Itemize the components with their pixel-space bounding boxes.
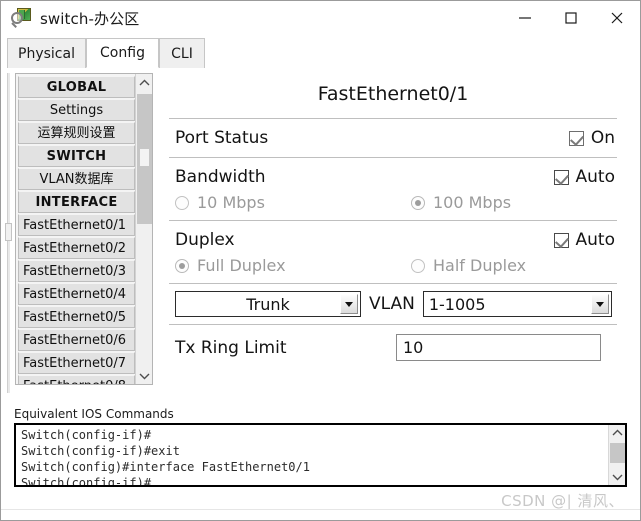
sidebar-item-fa0-6[interactable]: FastEthernet0/6 <box>18 329 135 351</box>
port-status-row: Port Status On <box>169 119 617 157</box>
radio-icon[interactable] <box>411 195 425 210</box>
bandwidth-label: Bandwidth <box>175 167 266 187</box>
tab-bar: Physical Config CLI <box>1 35 640 69</box>
sidebar-header-switch: SWITCH <box>18 145 135 167</box>
watermark: CSDN @| 清风、 <box>501 492 624 510</box>
sidebar-header-global: GLOBAL <box>18 76 135 98</box>
sidebar-item-fa0-1[interactable]: FastEthernet0/1 <box>18 214 135 236</box>
ios-commands-title: Equivalent IOS Commands <box>14 407 174 421</box>
bandwidth-auto-label: Auto <box>575 167 615 187</box>
minimize-icon[interactable] <box>502 1 548 35</box>
window-controls <box>502 1 640 35</box>
sidebar-item-fa0-2[interactable]: FastEthernet0/2 <box>18 237 135 259</box>
maximize-icon[interactable] <box>548 1 594 35</box>
equivalent-ios-commands-section: Equivalent IOS Commands Switch(config-if… <box>1 404 640 520</box>
port-status-checkbox[interactable]: On <box>568 128 615 148</box>
duplex-option-full[interactable]: Full Duplex <box>175 256 411 275</box>
page-title: FastEthernet0/1 <box>317 83 469 105</box>
port-status-label: Port Status <box>175 128 269 148</box>
sidebar-scrollbar[interactable] <box>135 74 152 384</box>
bandwidth-auto-checkbox[interactable]: Auto <box>553 167 615 187</box>
close-icon[interactable] <box>594 1 640 35</box>
duplex-option-label: Full Duplex <box>197 256 286 275</box>
sidebar-item-algorithm[interactable]: 运算规则设置 <box>18 122 135 144</box>
checkbox-icon[interactable] <box>553 169 569 185</box>
checkbox-icon[interactable] <box>568 130 584 146</box>
bandwidth-option-label: 10 Mbps <box>197 193 265 212</box>
config-sidebar: GLOBAL Settings 运算规则设置 SWITCH VLAN数据库 IN… <box>15 73 153 385</box>
checkbox-icon[interactable] <box>553 232 569 248</box>
scroll-up-icon[interactable] <box>136 74 152 91</box>
duplex-option-half[interactable]: Half Duplex <box>411 256 526 275</box>
split-divider[interactable] <box>5 73 12 393</box>
radio-icon[interactable] <box>411 258 425 273</box>
scrollbar-thumb-nib <box>140 149 149 166</box>
duplex-auto-checkbox[interactable]: Auto <box>553 230 615 250</box>
switchport-mode-select[interactable]: Trunk <box>175 291 361 317</box>
sidebar-item-fa0-5[interactable]: FastEthernet0/5 <box>18 306 135 328</box>
vlan-label: VLAN <box>369 294 415 314</box>
duplex-options: Full Duplex Half Duplex <box>169 253 617 283</box>
sidebar-item-settings[interactable]: Settings <box>18 99 135 121</box>
bandwidth-row: Bandwidth Auto <box>169 158 617 190</box>
ios-commands-box: Switch(config-if)# Switch(config-if)#exi… <box>14 423 627 487</box>
vlan-value: 1-1005 <box>428 294 486 314</box>
tab-physical[interactable]: Physical <box>7 38 86 68</box>
duplex-auto-label: Auto <box>575 230 615 250</box>
interface-config-panel: FastEthernet0/1 Port Status On Bandwidth… <box>169 73 617 370</box>
window-title: switch-办公区 <box>40 9 140 28</box>
port-status-checkbox-label: On <box>590 128 615 148</box>
scroll-down-icon[interactable] <box>136 367 152 384</box>
switchport-mode-row: Trunk VLAN 1-1005 <box>169 284 617 324</box>
duplex-option-label: Half Duplex <box>433 256 527 275</box>
tab-config[interactable]: Config <box>86 38 159 68</box>
ios-scrollbar-thumb[interactable] <box>610 443 625 463</box>
bandwidth-option-10mbps[interactable]: 10 Mbps <box>175 193 411 212</box>
sidebar-item-fa0-7[interactable]: FastEthernet0/7 <box>18 352 135 374</box>
tx-ring-limit-row: Tx Ring Limit 10 <box>169 325 617 370</box>
duplex-row: Duplex Auto <box>169 221 617 253</box>
tx-ring-limit-label: Tx Ring Limit <box>175 337 287 358</box>
tx-ring-limit-input[interactable]: 10 <box>396 334 601 361</box>
device-config-window: switch-办公区 Physical Config CLI GLOBAL Se… <box>0 0 641 521</box>
sidebar-item-vlan-database[interactable]: VLAN数据库 <box>18 168 135 190</box>
scroll-down-icon[interactable] <box>609 469 625 485</box>
sidebar-item-fa0-4[interactable]: FastEthernet0/4 <box>18 283 135 305</box>
packet-tracer-device-icon <box>11 7 33 29</box>
sidebar-item-fa0-3[interactable]: FastEthernet0/3 <box>18 260 135 282</box>
radio-icon[interactable] <box>175 195 189 210</box>
bandwidth-option-100mbps[interactable]: 100 Mbps <box>411 193 511 212</box>
chevron-down-icon[interactable] <box>590 294 609 314</box>
vlan-select[interactable]: 1-1005 <box>422 291 612 317</box>
ios-commands-text: Switch(config-if)# Switch(config-if)#exi… <box>21 428 310 487</box>
window-bottom-strip <box>1 509 640 520</box>
switchport-mode-value: Trunk <box>246 294 290 314</box>
tab-cli[interactable]: CLI <box>159 38 205 68</box>
title-bar: switch-办公区 <box>1 1 640 35</box>
duplex-label: Duplex <box>175 230 235 250</box>
sidebar-item-fa0-8[interactable]: FastEthernet0/8 <box>18 375 135 384</box>
sidebar-header-interface: INTERFACE <box>18 191 135 213</box>
chevron-down-icon[interactable] <box>340 294 358 314</box>
bandwidth-options: 10 Mbps 100 Mbps <box>169 190 617 220</box>
ios-commands-scrollbar[interactable] <box>608 425 625 485</box>
radio-icon[interactable] <box>175 258 189 273</box>
bandwidth-option-label: 100 Mbps <box>433 193 512 212</box>
scroll-up-icon[interactable] <box>609 425 625 441</box>
split-divider-grip[interactable] <box>5 223 12 241</box>
sidebar-scrollbar-thumb[interactable] <box>137 94 152 224</box>
sidebar-item-list: GLOBAL Settings 运算规则设置 SWITCH VLAN数据库 IN… <box>18 76 135 384</box>
